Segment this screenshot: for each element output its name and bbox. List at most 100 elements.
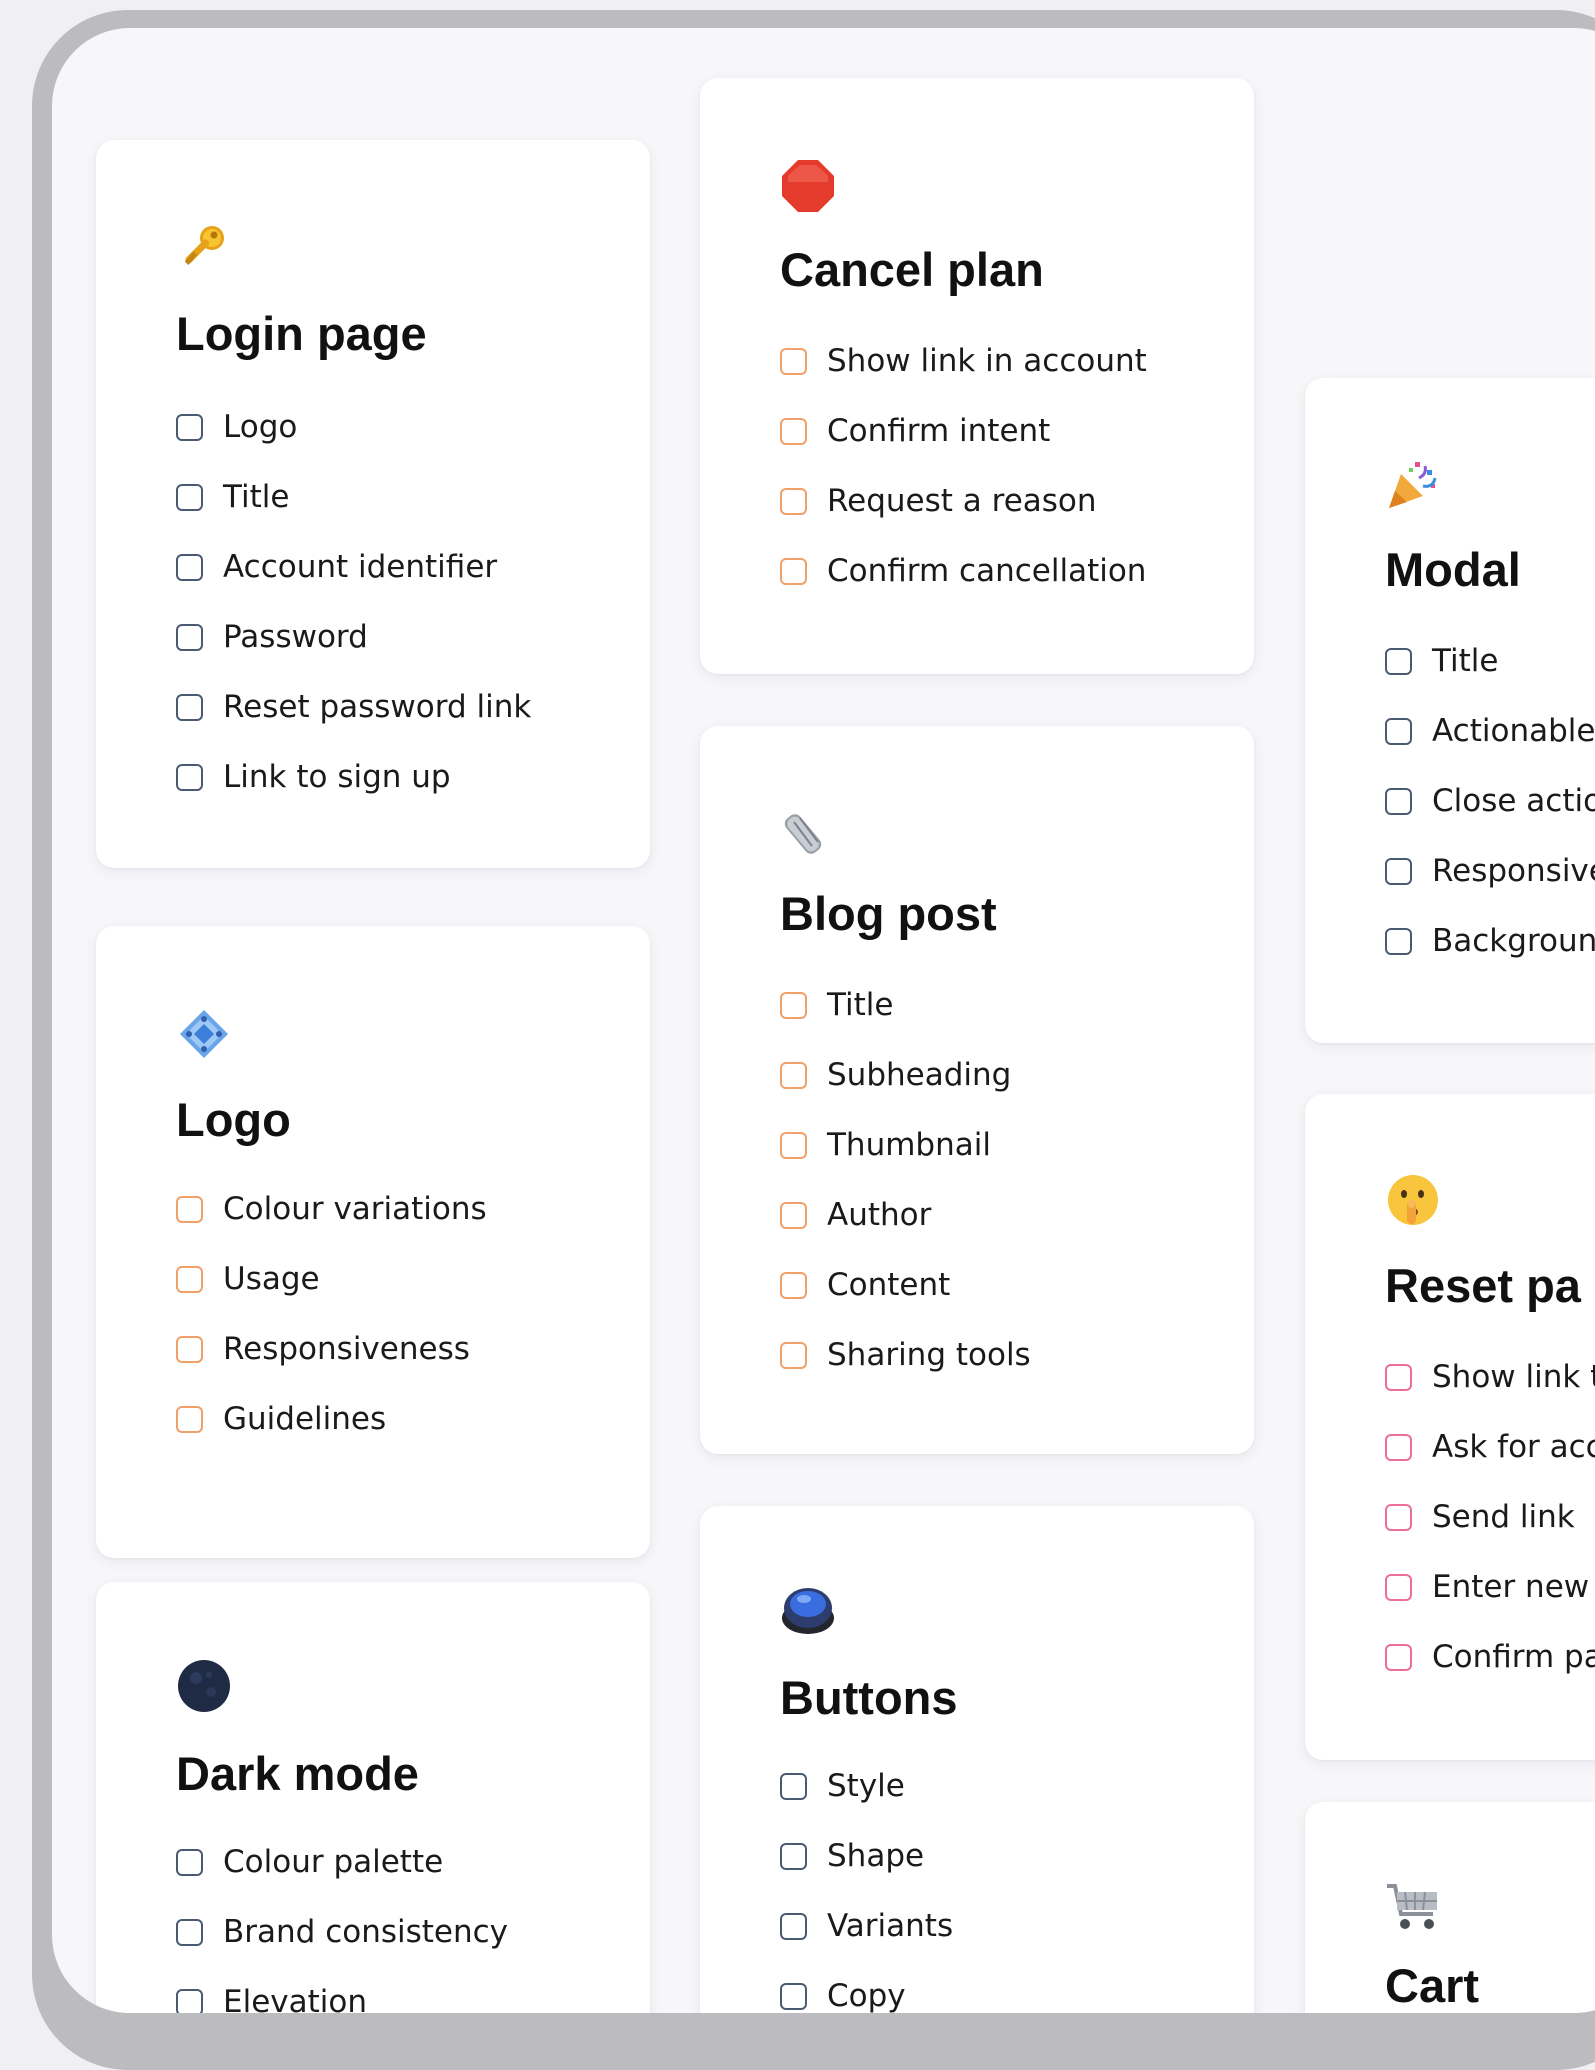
- checklist: Colour palette Brand consistency Elevati…: [176, 1827, 508, 2013]
- checkbox[interactable]: [780, 347, 807, 375]
- checklist-item[interactable]: Colour palette: [176, 1827, 508, 1897]
- checklist-item-label: Request a reason: [827, 483, 1097, 519]
- checkbox[interactable]: [1385, 927, 1412, 955]
- checkbox[interactable]: [176, 623, 203, 651]
- checklist: Style Shape Variants Copy: [780, 1751, 953, 2013]
- checkbox[interactable]: [1385, 1573, 1412, 1601]
- checklist-item[interactable]: Colour variations: [176, 1174, 487, 1244]
- checklist-item[interactable]: Password: [176, 602, 531, 672]
- checklist-item[interactable]: Thumbnail: [780, 1110, 1031, 1180]
- checkbox[interactable]: [780, 1271, 807, 1299]
- checklist-item-label: Confirm pa: [1432, 1639, 1595, 1675]
- checkbox[interactable]: [780, 557, 807, 585]
- checkbox[interactable]: [1385, 1433, 1412, 1461]
- checkbox[interactable]: [1385, 857, 1412, 885]
- checkbox[interactable]: [780, 1982, 807, 2010]
- checklist-item[interactable]: Send link: [1385, 1482, 1595, 1552]
- checkbox[interactable]: [176, 1195, 203, 1223]
- checklist-item[interactable]: Elevation: [176, 1967, 508, 2013]
- checklist-item[interactable]: Variants: [780, 1891, 953, 1961]
- checklist-item[interactable]: Close actio: [1385, 766, 1595, 836]
- checklist-item[interactable]: Style: [780, 1751, 953, 1821]
- checklist-item[interactable]: Show link t: [1385, 1342, 1595, 1412]
- checkbox[interactable]: [1385, 717, 1412, 745]
- checklist-item-label: Variants: [827, 1908, 954, 1944]
- checkbox[interactable]: [176, 483, 203, 511]
- checklist-item[interactable]: Confirm pa: [1385, 1622, 1595, 1692]
- checklist-item[interactable]: Copy: [780, 1961, 953, 2013]
- checkbox[interactable]: [780, 417, 807, 445]
- checkbox[interactable]: [780, 1131, 807, 1159]
- checkbox[interactable]: [176, 1335, 203, 1363]
- checklist-item[interactable]: Request a reason: [780, 466, 1147, 536]
- checklist-item[interactable]: Actionable: [1385, 696, 1595, 766]
- checkbox[interactable]: [1385, 647, 1412, 675]
- checklist-item[interactable]: Logo: [176, 392, 531, 462]
- checklist-item[interactable]: Subheading: [780, 1040, 1031, 1110]
- checklist-item-label: Show link in account: [827, 343, 1147, 379]
- checklist-item-label: Sharing tools: [827, 1337, 1031, 1373]
- checklist: Show link in account Confirm intent Requ…: [780, 326, 1147, 606]
- push-button-icon: [780, 1582, 836, 1638]
- checklist-item[interactable]: Link to sign up: [176, 742, 531, 812]
- checklist-item-label: Confirm intent: [827, 413, 1051, 449]
- checkbox[interactable]: [176, 553, 203, 581]
- party-popper-icon: [1385, 456, 1441, 512]
- checkbox[interactable]: [176, 1848, 203, 1876]
- checkbox[interactable]: [780, 487, 807, 515]
- checklist-item[interactable]: Account identifier: [176, 532, 531, 602]
- new-moon-icon: [176, 1658, 232, 1714]
- checklist-item[interactable]: Title: [176, 462, 531, 532]
- checklist-item[interactable]: Title: [780, 970, 1031, 1040]
- checkbox[interactable]: [176, 1265, 203, 1293]
- checklist-item-label: Backgroun: [1432, 923, 1595, 959]
- rolled-newspaper-icon: [780, 806, 836, 862]
- card-logo: Logo Colour variations Usage Responsiven…: [96, 926, 650, 1558]
- checkbox[interactable]: [780, 1341, 807, 1369]
- checklist-item[interactable]: Responsive: [1385, 836, 1595, 906]
- checklist-item[interactable]: Enter new p: [1385, 1552, 1595, 1622]
- checklist-item[interactable]: Author: [780, 1180, 1031, 1250]
- checklist-item[interactable]: Confirm cancellation: [780, 536, 1147, 606]
- checkbox[interactable]: [780, 1842, 807, 1870]
- checklist-item[interactable]: Sharing tools: [780, 1320, 1031, 1390]
- card-title: Cancel plan: [780, 243, 1044, 296]
- shushing-face-icon: [1385, 1172, 1441, 1228]
- checkbox[interactable]: [780, 1061, 807, 1089]
- card-login-page: Login page Logo Title Account identifier…: [96, 140, 650, 868]
- checklist-item[interactable]: Brand consistency: [176, 1897, 508, 1967]
- checklist-item-label: Ask for acc: [1432, 1429, 1595, 1465]
- checklist-item-label: Style: [827, 1768, 905, 1804]
- checklist-item-label: Link to sign up: [223, 759, 451, 795]
- checkbox[interactable]: [780, 1772, 807, 1800]
- checkbox[interactable]: [1385, 1503, 1412, 1531]
- checklist-item[interactable]: Content: [780, 1250, 1031, 1320]
- checkbox[interactable]: [176, 1405, 203, 1433]
- checklist-item[interactable]: Usage: [176, 1244, 487, 1314]
- checklist-item-label: Responsiveness: [223, 1331, 470, 1367]
- checkbox[interactable]: [1385, 1643, 1412, 1671]
- checklist-item[interactable]: Backgroun: [1385, 906, 1595, 976]
- checklist-item-label: Enter new p: [1432, 1569, 1595, 1605]
- checklist-item[interactable]: Confirm intent: [780, 396, 1147, 466]
- checklist-item[interactable]: Guidelines: [176, 1384, 487, 1454]
- checkbox[interactable]: [176, 763, 203, 791]
- checklist: Show link t Ask for acc Send link Enter …: [1385, 1342, 1595, 1692]
- checkbox[interactable]: [780, 1201, 807, 1229]
- checkbox[interactable]: [176, 693, 203, 721]
- checklist-item-label: Subheading: [827, 1057, 1012, 1093]
- checklist-item[interactable]: Reset password link: [176, 672, 531, 742]
- checkbox[interactable]: [780, 1912, 807, 1940]
- checklist-item[interactable]: Ask for acc: [1385, 1412, 1595, 1482]
- checkbox[interactable]: [1385, 1363, 1412, 1391]
- checklist-item[interactable]: Responsiveness: [176, 1314, 487, 1384]
- checkbox[interactable]: [176, 413, 203, 441]
- checkbox[interactable]: [176, 1918, 203, 1946]
- checklist-item[interactable]: Show link in account: [780, 326, 1147, 396]
- checkbox[interactable]: [1385, 787, 1412, 815]
- screen: Login page Logo Title Account identifier…: [52, 28, 1595, 2013]
- checklist-item[interactable]: Title: [1385, 626, 1595, 696]
- checkbox[interactable]: [176, 1988, 203, 2013]
- checkbox[interactable]: [780, 991, 807, 1019]
- checklist-item[interactable]: Shape: [780, 1821, 953, 1891]
